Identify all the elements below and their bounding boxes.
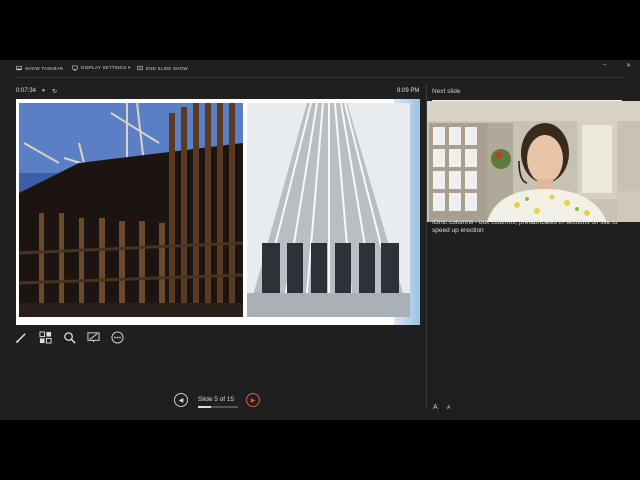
- zoom-button[interactable]: [62, 330, 76, 344]
- see-all-slides-button[interactable]: [38, 330, 52, 344]
- construction-photo: [19, 103, 243, 317]
- grid-icon: [38, 330, 52, 344]
- black-screen-button[interactable]: [86, 330, 100, 344]
- taskbar-icon: [16, 65, 22, 71]
- chevron-right-icon: ▶: [250, 397, 256, 404]
- end-slide-show-button[interactable]: END SLIDE SHOW: [137, 65, 188, 71]
- slide-navigation: ◀ Slide 5 of 15 ▶: [174, 393, 274, 413]
- restart-icon[interactable]: ↻: [52, 88, 57, 95]
- clock: 8:09 PM: [397, 88, 420, 94]
- speaker-notes[interactable]: IOnic columns - box columns, prefabricat…: [432, 219, 622, 235]
- close-button[interactable]: ✕: [626, 62, 631, 69]
- slide-counter[interactable]: Slide 5 of 15: [198, 396, 234, 403]
- show-taskbar-button[interactable]: SHOW TASKBAR: [16, 65, 63, 71]
- pen-tool-button[interactable]: [14, 330, 28, 344]
- previous-slide-button[interactable]: ◀: [174, 393, 188, 407]
- elapsed-timer: 0:07:34: [16, 88, 37, 94]
- end-slide-show-label: END SLIDE SHOW: [146, 65, 188, 71]
- slide-progress-fill: [198, 406, 212, 408]
- screen-icon: [86, 331, 100, 342]
- chevron-left-icon: ◀: [178, 397, 184, 404]
- slide-tools: [14, 330, 124, 344]
- presenter-toolbar: SHOW TASKBAR DISPLAY SETTINGS ▾ END SLID…: [0, 60, 640, 78]
- next-slide-button[interactable]: ▶: [246, 393, 260, 407]
- tower-photo: [247, 103, 410, 317]
- display-icon: [72, 65, 78, 71]
- more-options-button[interactable]: [110, 330, 124, 344]
- decrease-font-button[interactable]: A: [447, 405, 450, 411]
- display-settings-label: DISPLAY SETTINGS ▾: [81, 65, 131, 70]
- display-settings-button[interactable]: DISPLAY SETTINGS ▾: [72, 65, 130, 71]
- toolbar-divider: [14, 77, 626, 78]
- minimize-button[interactable]: –: [603, 62, 606, 68]
- show-taskbar-label: SHOW TASKBAR: [25, 65, 64, 71]
- more-icon: [110, 330, 124, 344]
- current-slide[interactable]: [16, 99, 420, 325]
- slide-progress-bar: [198, 406, 238, 408]
- pen-icon: [15, 332, 26, 343]
- presenter-view: SHOW TASKBAR DISPLAY SETTINGS ▾ END SLID…: [0, 60, 640, 420]
- increase-font-button[interactable]: A: [433, 404, 438, 411]
- end-show-icon: [137, 65, 143, 71]
- webcam-overlay: [427, 101, 640, 222]
- magnifier-icon: [63, 331, 76, 344]
- pause-icon[interactable]: ⏸: [42, 88, 45, 95]
- next-slide-label: Next slide: [432, 88, 461, 95]
